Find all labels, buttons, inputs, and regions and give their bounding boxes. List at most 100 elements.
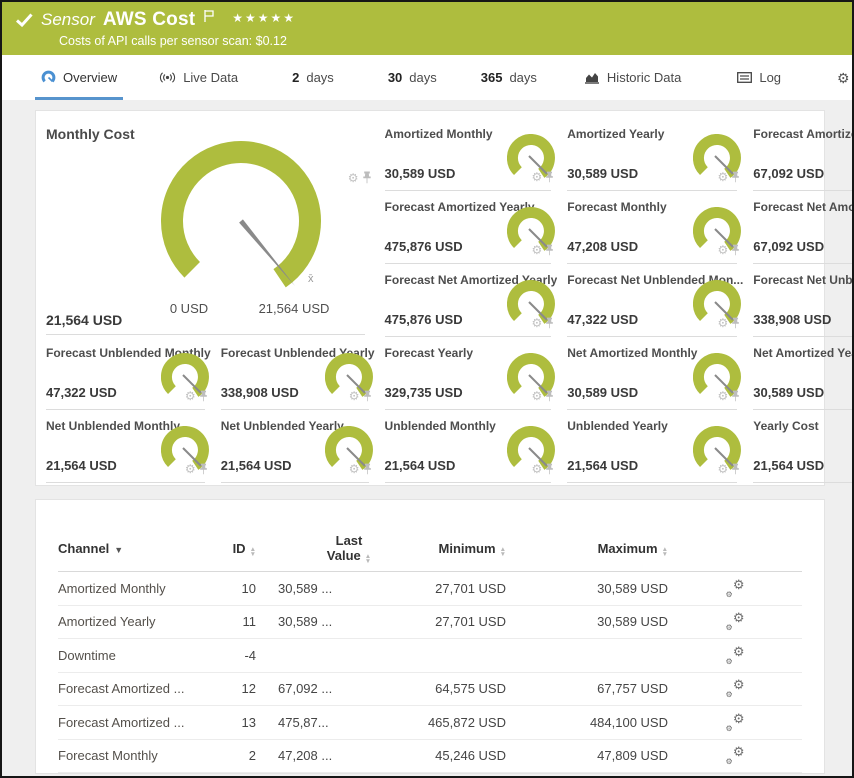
channel-name[interactable]: Amortized Monthly: [58, 581, 226, 596]
pin-icon[interactable]: [199, 390, 208, 402]
gear-icon[interactable]: ⚙: [718, 244, 729, 256]
pin-icon[interactable]: [731, 390, 740, 402]
channel-id: -4: [226, 648, 256, 663]
gauge-cell-forecast-unblended-monthly[interactable]: Forecast Unblended Monthly 47,322 USD ⚙: [46, 340, 211, 413]
tab-settings[interactable]: ⚙ Settings: [831, 55, 854, 100]
channel-settings-icon[interactable]: ⚙⚙: [726, 647, 745, 664]
gauge-cell-net-unblended-yearly[interactable]: Net Unblended Yearly 21,564 USD ⚙: [221, 413, 375, 486]
table-row-forecast-monthly[interactable]: Forecast Monthly 2 47,208 ... 45,246 USD…: [58, 740, 802, 774]
gauge-cell-forecast-monthly[interactable]: Forecast Monthly 47,208 USD ⚙: [567, 194, 743, 267]
table-row-forecast-amortized-monthly[interactable]: Forecast Amortized ... 12 67,092 ... 64,…: [58, 673, 802, 707]
gear-icon[interactable]: ⚙: [348, 172, 359, 184]
tab-30-days[interactable]: 30 days: [382, 55, 443, 100]
pin-icon[interactable]: [731, 317, 740, 329]
gear-icon[interactable]: ⚙: [185, 463, 196, 475]
gauge-cell-forecast-yearly[interactable]: Forecast Yearly 329,735 USD ⚙: [385, 340, 558, 413]
table-row-amortized-monthly[interactable]: Amortized Monthly 10 30,589 ... 27,701 U…: [58, 572, 802, 606]
sort-desc-icon: ▼: [114, 545, 123, 555]
gauge-value: 329,735 USD: [385, 385, 463, 400]
gauge-cell-forecast-net-amortized-yearly[interactable]: Forecast Net Amortized Yearly 475,876 US…: [385, 267, 558, 340]
gauge-cell-amortized-monthly[interactable]: Amortized Monthly 30,589 USD ⚙: [385, 121, 558, 194]
channel-name[interactable]: Forecast Monthly: [58, 748, 226, 763]
divider: [567, 482, 737, 483]
table-row-forecast-amortized-yearly[interactable]: Forecast Amortized ... 13 475,87... 465,…: [58, 706, 802, 740]
gauge-cell-forecast-net-unblended-yearly[interactable]: Forecast Net Unblended Yearly 338,908 US…: [753, 267, 854, 340]
gear-icon[interactable]: ⚙: [532, 317, 543, 329]
column-header-minimum[interactable]: Minimum▲▼: [406, 541, 506, 557]
table-row-amortized-yearly[interactable]: Amortized Yearly 11 30,589 ... 27,701 US…: [58, 606, 802, 640]
tab-live-data[interactable]: Live Data: [153, 55, 244, 100]
gauge-value: 30,589 USD: [753, 385, 824, 400]
channel-name[interactable]: Amortized Yearly: [58, 614, 226, 629]
pin-icon[interactable]: [545, 244, 554, 256]
tab-365-days[interactable]: 365 days: [475, 55, 543, 100]
channel-settings-icon[interactable]: ⚙⚙: [726, 580, 745, 597]
gear-icon[interactable]: ⚙: [532, 244, 543, 256]
gauge-cell-forecast-net-amortized-monthly[interactable]: Forecast Net Amortized Mont... 67,092 US…: [753, 194, 854, 267]
tab-2-days[interactable]: 2 days: [286, 55, 340, 100]
main-gauge-dial: [156, 136, 326, 306]
gear-icon[interactable]: ⚙: [532, 171, 543, 183]
gear-icon[interactable]: ⚙: [718, 171, 729, 183]
gauge-cell-forecast-unblended-yearly[interactable]: Forecast Unblended Yearly 338,908 USD ⚙: [221, 340, 375, 413]
column-header-maximum[interactable]: Maximum▲▼: [506, 541, 668, 557]
gear-icon[interactable]: ⚙: [718, 390, 729, 402]
channel-name[interactable]: Forecast Amortized ...: [58, 681, 226, 696]
channel-name[interactable]: Forecast Amortized ...: [58, 715, 226, 730]
pin-icon[interactable]: [545, 463, 554, 475]
pin-icon[interactable]: [199, 463, 208, 475]
gear-icon[interactable]: ⚙: [349, 390, 360, 402]
gear-icon[interactable]: ⚙: [185, 390, 196, 402]
gauge-cell-net-amortized-monthly[interactable]: Net Amortized Monthly 30,589 USD ⚙: [567, 340, 743, 413]
gauge-value: 47,322 USD: [46, 385, 117, 400]
gear-icon[interactable]: ⚙: [349, 463, 360, 475]
tab-overview[interactable]: Overview: [35, 55, 123, 100]
pin-icon[interactable]: [362, 171, 372, 184]
pin-icon[interactable]: [545, 317, 554, 329]
gear-icon[interactable]: ⚙: [532, 390, 543, 402]
status-ok-check-icon: [16, 13, 33, 27]
divider: [567, 190, 737, 191]
pin-icon[interactable]: [545, 390, 554, 402]
gauge-cell-yearly-cost[interactable]: Yearly Cost 21,564 USD ⚙: [753, 413, 854, 486]
divider: [567, 336, 737, 337]
gear-icon[interactable]: ⚙: [532, 463, 543, 475]
column-header-channel[interactable]: Channel▼: [58, 541, 226, 556]
gauge-cell-unblended-monthly[interactable]: Unblended Monthly 21,564 USD ⚙: [385, 413, 558, 486]
divider: [46, 334, 365, 335]
minimum-value: 45,246 USD: [406, 748, 506, 763]
pin-icon[interactable]: [363, 463, 372, 475]
tab-historic-data[interactable]: Historic Data: [579, 55, 687, 100]
table-row-downtime[interactable]: Downtime -4 ⚙⚙: [58, 639, 802, 673]
channel-name[interactable]: Downtime: [58, 648, 226, 663]
gauge-cell-net-unblended-monthly[interactable]: Net Unblended Monthly 21,564 USD ⚙: [46, 413, 211, 486]
gauge-cell-forecast-amortized-yearly[interactable]: Forecast Amortized Yearly 475,876 USD ⚙: [385, 194, 558, 267]
gear-icon[interactable]: ⚙: [718, 317, 729, 329]
channel-settings-icon[interactable]: ⚙⚙: [726, 714, 745, 731]
channel-settings-icon[interactable]: ⚙⚙: [726, 747, 745, 764]
gauge-value: 338,908 USD: [753, 312, 831, 327]
gauge-cell-unblended-yearly[interactable]: Unblended Yearly 21,564 USD ⚙: [567, 413, 743, 486]
pin-icon[interactable]: [731, 171, 740, 183]
priority-stars[interactable]: ★★★★★: [232, 11, 296, 25]
pin-icon[interactable]: [545, 171, 554, 183]
column-header-last-value[interactable]: Last Value▲▼: [256, 533, 406, 564]
pin-icon[interactable]: [731, 463, 740, 475]
channel-settings-icon[interactable]: ⚙⚙: [726, 613, 745, 630]
pin-icon[interactable]: [363, 390, 372, 402]
gauge-cell-forecast-amortized-monthly[interactable]: Forecast Amortized Monthly 67,092 USD ⚙: [753, 121, 854, 194]
gauge-cell-amortized-yearly[interactable]: Amortized Yearly 30,589 USD ⚙: [567, 121, 743, 194]
flag-icon[interactable]: [204, 10, 214, 22]
tab-label: Log: [759, 70, 781, 85]
gauge-cell-forecast-net-unblended-monthly[interactable]: Forecast Net Unblended Mon... 47,322 USD…: [567, 267, 743, 340]
gauge-value: 475,876 USD: [385, 312, 463, 327]
tab-log[interactable]: Log: [731, 55, 787, 100]
gauge-cell-net-amortized-yearly[interactable]: Net Amortized Yearly 30,589 USD ⚙: [753, 340, 854, 413]
pin-icon[interactable]: [731, 244, 740, 256]
divider: [753, 336, 854, 337]
column-header-id[interactable]: ID▲▼: [226, 541, 256, 557]
channel-settings-icon[interactable]: ⚙⚙: [726, 680, 745, 697]
gear-icon[interactable]: ⚙: [718, 463, 729, 475]
average-marker: x̄: [308, 273, 314, 285]
main-gauge-panel[interactable]: Monthly Cost x̄ 0 USD 21,564 USD 21,564 …: [46, 121, 375, 340]
